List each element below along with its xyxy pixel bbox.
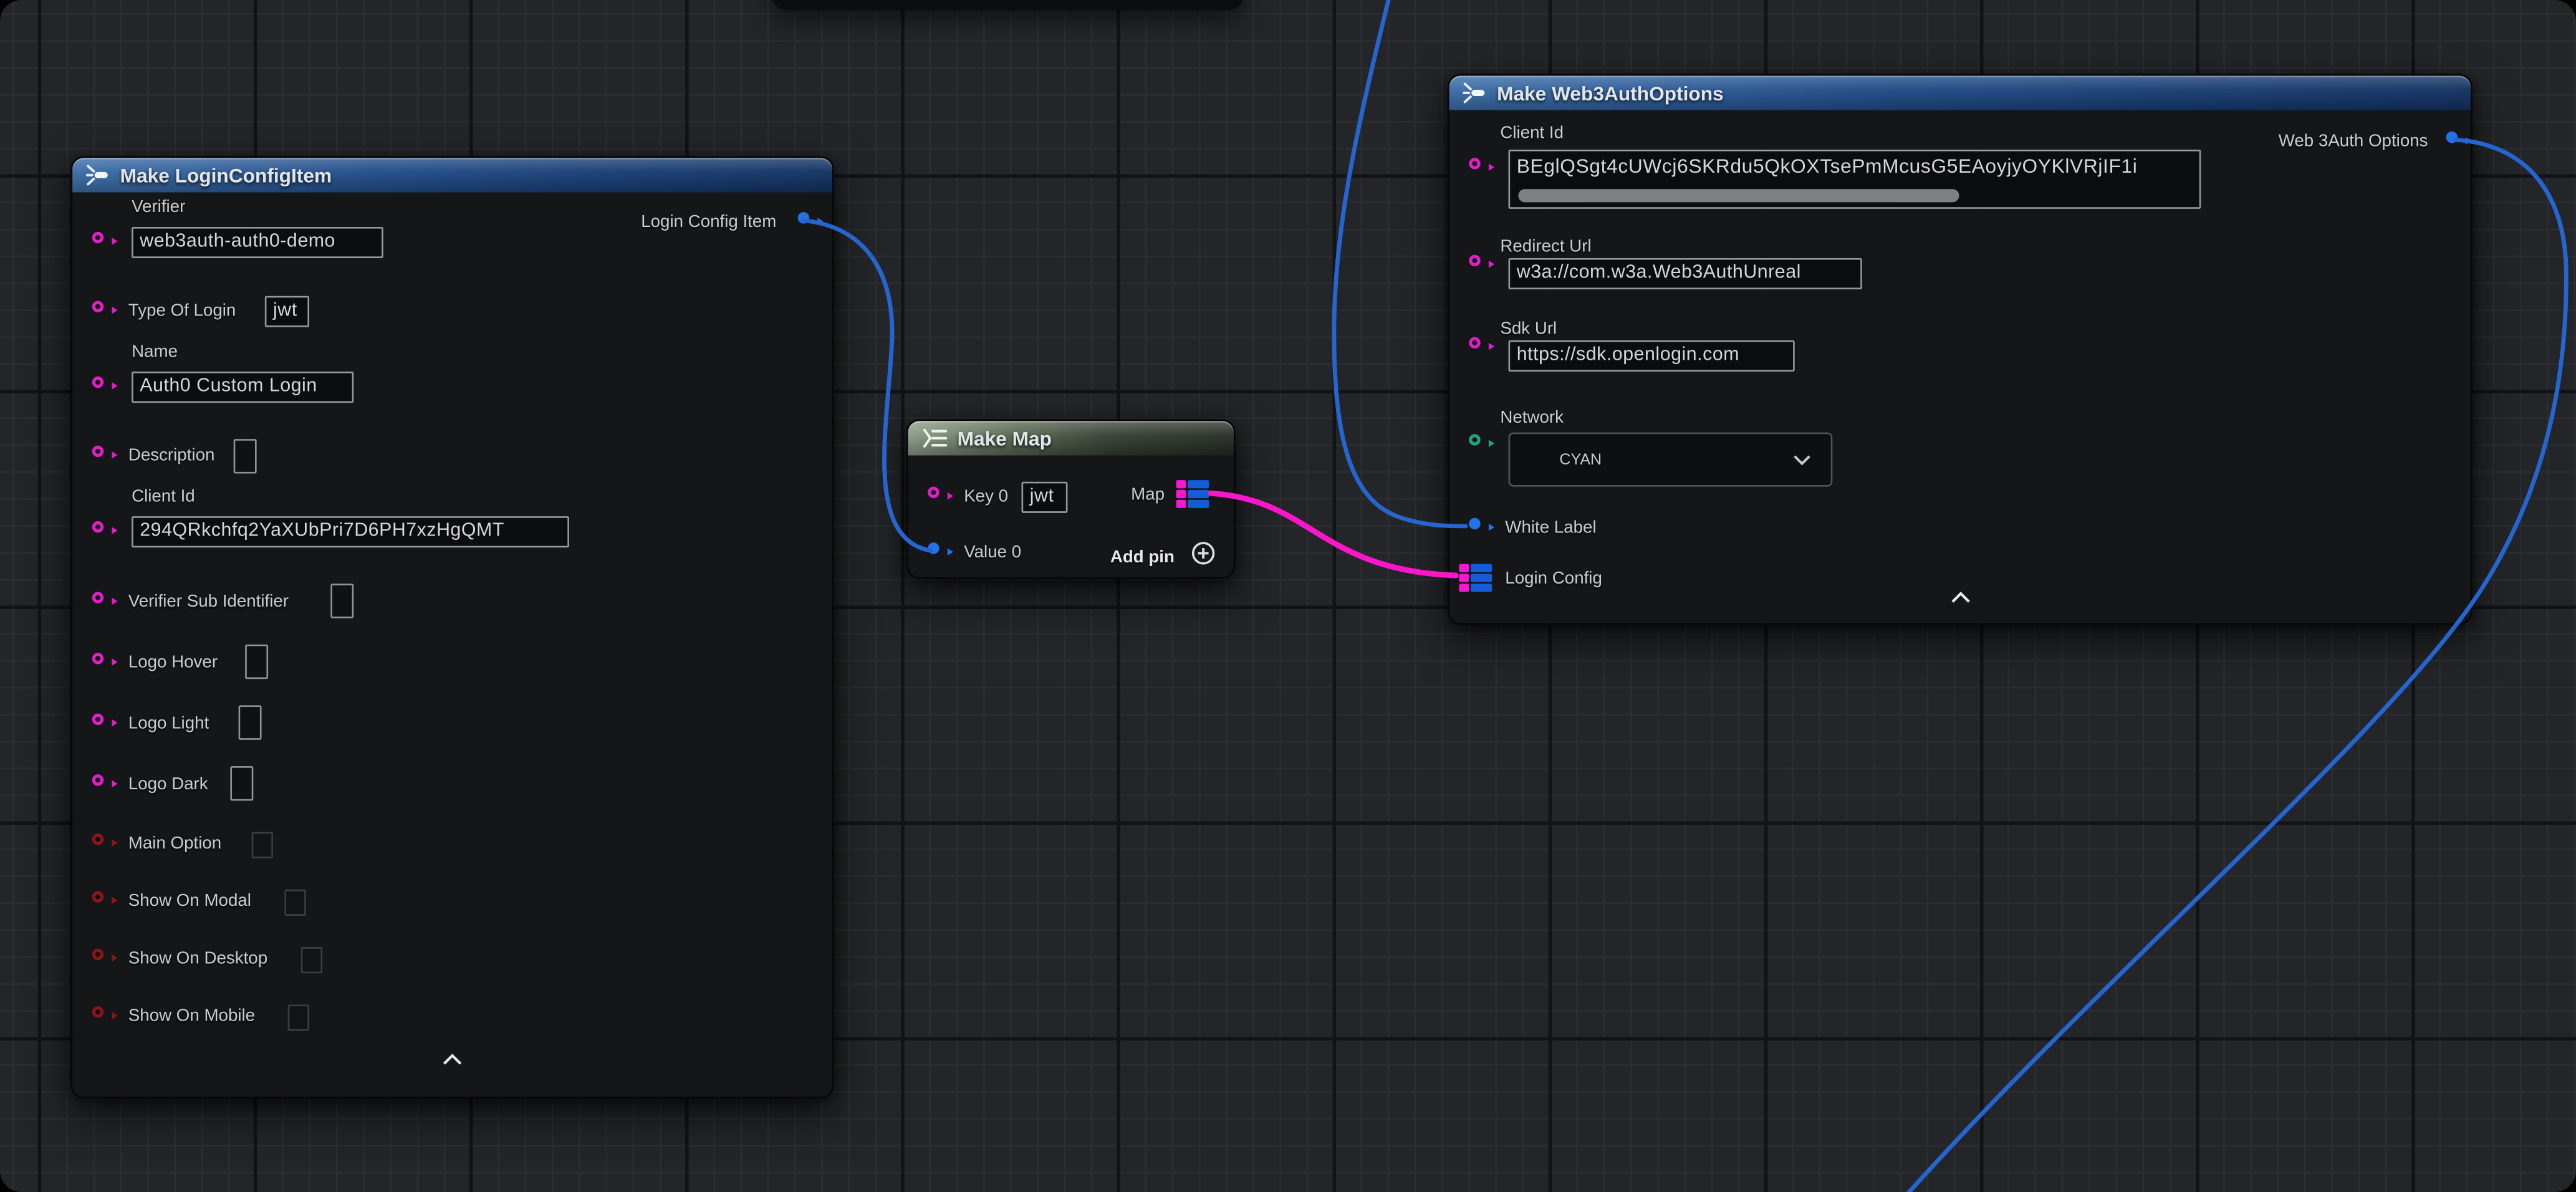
- add-pin-icon[interactable]: [1191, 541, 1216, 574]
- pin-label-logo-hover: Logo Hover: [128, 653, 218, 673]
- output-pin-map[interactable]: [1176, 480, 1209, 508]
- pin-label-white-label: White Label: [1505, 518, 1596, 538]
- wire-map-to-login-config[interactable]: [1211, 493, 1456, 575]
- pin-client-id[interactable]: [92, 521, 103, 532]
- pin-label-logo-dark: Logo Dark: [128, 774, 208, 794]
- pin-redirect-url[interactable]: [1469, 255, 1480, 266]
- pin-white-label[interactable]: [1469, 518, 1480, 529]
- pin-label-key-0: Key 0: [964, 487, 1008, 507]
- checkbox-show-on-modal[interactable]: [284, 890, 305, 916]
- pin-label-show-on-desktop: Show On Desktop: [128, 949, 267, 969]
- output-label: Web 3Auth Options: [2279, 132, 2428, 151]
- input-type-of-login[interactable]: jwt: [265, 296, 309, 327]
- pin-logo-light[interactable]: [92, 714, 103, 725]
- checkbox-show-on-mobile[interactable]: [288, 1004, 309, 1031]
- node-make-loginconfigitem[interactable]: Make LoginConfigItem Login Config Item V…: [70, 156, 834, 1098]
- pin-label-verifier-sub-identifier: Verifier Sub Identifier: [128, 592, 289, 612]
- checkbox-show-on-desktop[interactable]: [301, 947, 322, 973]
- client-id-text: BEglQSgt4cUWcj6SKRdu5QkOXTsePmMcusG5EAoy…: [1517, 153, 2199, 181]
- node-header[interactable]: Make Web3AuthOptions: [1449, 75, 2471, 110]
- node-header[interactable]: Make Map: [908, 421, 1233, 455]
- pin-label-description: Description: [128, 446, 215, 466]
- pin-label-redirect-url: Redirect Url: [1500, 237, 1591, 257]
- pin-label-verifier: Verifier: [132, 197, 185, 217]
- input-logo-light[interactable]: [239, 705, 262, 739]
- make-struct-icon: [1463, 82, 1487, 103]
- pin-network[interactable]: [1469, 434, 1480, 445]
- offscreen-node-stub[interactable]: [771, 0, 1243, 10]
- pin-label-sdk-url: Sdk Url: [1500, 319, 1557, 339]
- pin-label-logo-light: Logo Light: [128, 714, 209, 734]
- pin-name[interactable]: [92, 377, 103, 388]
- client-id-scrollbar[interactable]: [1518, 189, 1959, 202]
- input-redirect-url[interactable]: w3a://com.w3a.Web3AuthUnreal: [1509, 258, 1862, 289]
- pin-type-of-login[interactable]: [92, 301, 103, 312]
- pin-label-show-on-modal: Show On Modal: [128, 891, 251, 911]
- blueprint-viewport: Make LoginConfigItem Login Config Item V…: [0, 0, 2576, 1192]
- pin-label-main-option: Main Option: [128, 834, 221, 853]
- pin-verifier-sub-identifier[interactable]: [92, 592, 103, 603]
- network-dropdown-value: CYAN: [1559, 451, 1602, 469]
- pin-verifier[interactable]: [92, 232, 103, 243]
- make-map-icon: [921, 428, 948, 449]
- input-key-0[interactable]: jwt: [1022, 482, 1068, 513]
- output-label: Login Config Item: [641, 212, 776, 232]
- pin-label-show-on-mobile: Show On Mobile: [128, 1006, 255, 1026]
- input-verifier[interactable]: web3auth-auth0-demo: [132, 227, 383, 258]
- pin-main-option[interactable]: [92, 834, 103, 845]
- pin-description[interactable]: [92, 446, 103, 457]
- pin-label-name: Name: [132, 342, 178, 362]
- node-make-map[interactable]: Make Map Key 0 jwt Map Value 0 Add pin: [906, 419, 1236, 579]
- node-title: Make LoginConfigItem: [120, 163, 332, 186]
- input-logo-hover[interactable]: [245, 645, 268, 679]
- input-logo-dark[interactable]: [230, 766, 253, 800]
- pin-label-value-0: Value 0: [964, 542, 1021, 562]
- pin-login-config[interactable]: [1459, 564, 1492, 592]
- output-label-map: Map: [1131, 485, 1165, 505]
- pin-label-client-id: Client Id: [1500, 123, 1564, 143]
- pin-logo-hover[interactable]: [92, 653, 103, 664]
- make-struct-icon: [85, 165, 110, 186]
- node-header[interactable]: Make LoginConfigItem: [72, 158, 832, 192]
- input-client-id[interactable]: 294QRkchfq2YaXUbPri7D6PH7xzHgQMT: [132, 516, 569, 547]
- network-dropdown[interactable]: CYAN: [1509, 433, 1833, 487]
- pin-label-login-config: Login Config: [1505, 569, 1602, 589]
- add-pin-label[interactable]: Add pin: [1110, 547, 1175, 567]
- pin-logo-dark[interactable]: [92, 774, 103, 786]
- wire-top-to-white-label[interactable]: [1334, 0, 1466, 526]
- pin-label-type-of-login: Type Of Login: [128, 301, 236, 321]
- input-description[interactable]: [234, 439, 257, 473]
- output-pin-login-config-item[interactable]: [798, 212, 809, 223]
- input-verifier-sub-identifier[interactable]: [330, 584, 353, 618]
- pin-show-on-mobile[interactable]: [92, 1006, 103, 1017]
- input-name[interactable]: Auth0 Custom Login: [132, 372, 353, 403]
- pin-label-network: Network: [1500, 408, 1564, 428]
- pin-show-on-modal[interactable]: [92, 891, 103, 902]
- collapse-chevron-icon[interactable]: [1950, 582, 1970, 612]
- pin-client-id[interactable]: [1469, 158, 1480, 169]
- input-sdk-url[interactable]: https://sdk.openlogin.com: [1509, 340, 1795, 372]
- collapse-chevron-icon[interactable]: [443, 1044, 463, 1074]
- node-title: Make Web3AuthOptions: [1497, 82, 1724, 105]
- pin-value-0[interactable]: [928, 542, 939, 554]
- input-client-id[interactable]: BEglQSgt4cUWcj6SKRdu5QkOXTsePmMcusG5EAoy…: [1509, 150, 2201, 209]
- node-title: Make Map: [958, 426, 1052, 449]
- pin-show-on-desktop[interactable]: [92, 949, 103, 960]
- output-pin-web3auth-options[interactable]: [2446, 132, 2458, 143]
- pin-label-client-id: Client Id: [132, 487, 195, 507]
- chevron-down-icon: [1793, 454, 1811, 465]
- pin-key-0[interactable]: [928, 487, 939, 498]
- graph-canvas[interactable]: Make LoginConfigItem Login Config Item V…: [0, 0, 2576, 1192]
- pin-sdk-url[interactable]: [1469, 337, 1480, 348]
- node-make-web3authoptions[interactable]: Make Web3AuthOptions Web 3Auth Options C…: [1448, 74, 2473, 625]
- checkbox-main-option[interactable]: [252, 832, 273, 858]
